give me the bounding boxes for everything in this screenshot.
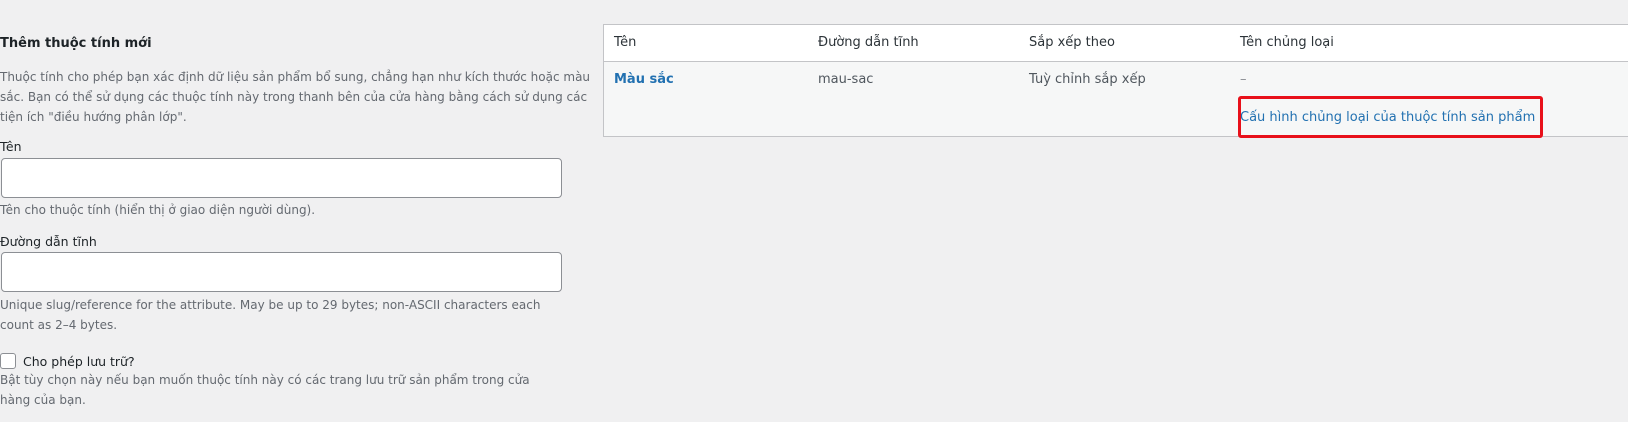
column-header-slug[interactable]: Đường dẫn tĩnh: [818, 25, 919, 61]
column-header-order-by[interactable]: Sắp xếp theo: [1029, 25, 1115, 61]
form-intro: Thuộc tính cho phép bạn xác định dữ liệu…: [0, 70, 591, 124]
form-title: Thêm thuộc tính mới: [0, 36, 152, 51]
table-header: Tên Đường dẫn tĩnh Sắp xếp theo Tên chủn…: [604, 25, 1628, 62]
slug-help: Unique slug/reference for the attribute.…: [0, 298, 541, 332]
name-help: Tên cho thuộc tính (hiển thị ở giao diện…: [0, 203, 316, 217]
name-label: Tên: [0, 139, 22, 154]
configure-terms-link[interactable]: Cấu hình chủng loại của thuộc tính sản p…: [1240, 110, 1535, 125]
column-header-terms[interactable]: Tên chủng loại: [1240, 25, 1334, 61]
column-header-name[interactable]: Tên: [614, 25, 636, 61]
table-row: Màu sắc mau-sac Tuỳ chỉnh sắp xếp – Cấu …: [604, 62, 1628, 137]
slug-label: Đường dẫn tĩnh: [0, 234, 97, 249]
attribute-terms-cell: –: [1240, 72, 1247, 87]
attribute-name-cell: Màu sắc: [614, 72, 674, 87]
slug-input[interactable]: [1, 252, 562, 292]
archive-label: Cho phép lưu trữ?: [23, 353, 135, 369]
attributes-page: Thêm thuộc tính mới Thuộc tính cho phép …: [0, 0, 1628, 422]
attribute-name-link[interactable]: Màu sắc: [614, 72, 674, 87]
attributes-table: Tên Đường dẫn tĩnh Sắp xếp theo Tên chủn…: [603, 24, 1628, 137]
attribute-slug-cell: mau-sac: [818, 72, 874, 87]
archive-checkbox[interactable]: [0, 353, 16, 369]
archive-help: Bật tùy chọn này nếu bạn muốn thuộc tính…: [0, 373, 530, 407]
attribute-order-cell: Tuỳ chỉnh sắp xếp: [1029, 72, 1146, 87]
name-input[interactable]: [1, 158, 562, 198]
archive-option[interactable]: Cho phép lưu trữ?: [0, 352, 135, 370]
